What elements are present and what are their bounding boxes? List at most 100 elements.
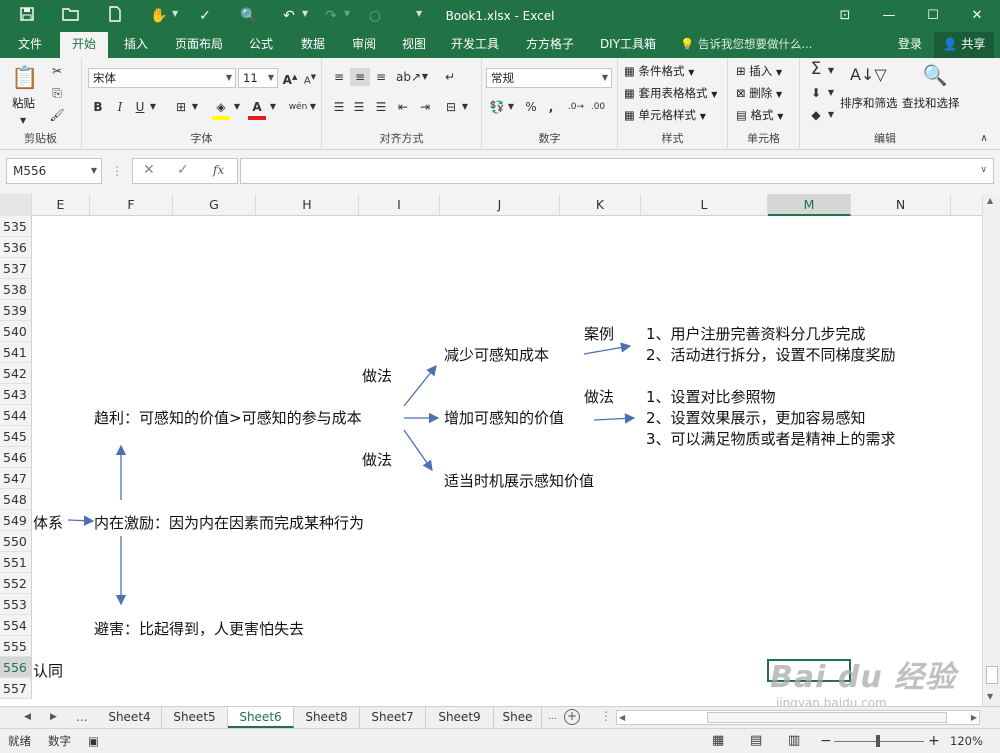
collapse-ribbon-icon[interactable]: ∧ (974, 130, 994, 148)
worksheet-grid[interactable]: E F G H I J K L M N 535 536 537 538 539 540 54… (0, 194, 1000, 706)
format-as-table-button[interactable]: ▦ 套用表格格式 ▼ (624, 84, 717, 104)
font-size-select[interactable]: 11 ▼ (238, 68, 278, 88)
vertical-scrollbar[interactable]: ▲ ▼ (982, 194, 1000, 706)
currency-dropdown-icon[interactable]: ▼ (506, 98, 516, 116)
expand-formula-icon[interactable]: ∨ (980, 165, 987, 175)
underline-dropdown-icon[interactable]: ▼ (148, 98, 158, 116)
sheet-tab[interactable]: Sheet7 (360, 707, 426, 728)
orientation-dropdown-icon[interactable]: ▼ (420, 68, 430, 86)
sort-filter-button[interactable]: 排序和筛选 (840, 94, 898, 112)
macro-record-icon[interactable]: ▣ (88, 729, 99, 753)
decrease-decimal-icon[interactable]: .00 (588, 98, 608, 116)
number-format-select[interactable]: 常规 ▼ (486, 68, 612, 88)
tab-formulas[interactable]: 公式 (240, 32, 282, 58)
align-middle-icon[interactable]: ≡ (350, 68, 370, 86)
paste-icon[interactable]: 📋 (10, 64, 40, 94)
delete-button[interactable]: ⊠ 删除 ▼ (736, 84, 782, 104)
format-button[interactable]: ▤ 格式 ▼ (736, 106, 783, 126)
share-button[interactable]: 👤 共享 (934, 32, 994, 58)
merge-center-icon[interactable]: ⊟ (442, 98, 460, 116)
touch-mode-icon[interactable]: ✋ (148, 6, 170, 26)
insert-function-icon[interactable]: fx (213, 163, 224, 177)
italic-icon[interactable]: I (112, 98, 128, 116)
redo-icon[interactable]: ↷ (320, 6, 342, 26)
save-icon[interactable] (16, 6, 38, 26)
ribbon-display-icon[interactable]: ⊡ (826, 0, 864, 32)
fill-dropdown-icon[interactable]: ▼ (826, 84, 836, 102)
sheet-tab[interactable]: Sheet9 (426, 707, 494, 728)
login-link[interactable]: 登录 (898, 32, 922, 56)
close-icon[interactable]: ✕ (958, 0, 996, 32)
paste-dropdown-icon[interactable]: ▼ (20, 112, 26, 130)
increase-indent-icon[interactable]: ⇥ (416, 98, 434, 116)
minimize-icon[interactable]: — (870, 0, 908, 32)
dropdown-icon[interactable]: ▼ (172, 9, 178, 18)
scroll-thumb[interactable] (986, 666, 998, 684)
sheet-tab[interactable]: Sheet8 (294, 707, 360, 728)
decrease-indent-icon[interactable]: ⇤ (394, 98, 412, 116)
spell-check-icon[interactable]: ✓ (194, 6, 216, 26)
fill-icon[interactable]: ⬇ (806, 84, 826, 102)
increase-decimal-icon[interactable]: .0→ (566, 98, 586, 116)
wrap-text-icon[interactable]: ↵ (440, 68, 460, 86)
align-left-icon[interactable]: ☰ (330, 98, 348, 116)
tab-page-layout[interactable]: 页面布局 (168, 32, 230, 58)
more-sheets-right-icon[interactable]: ... (548, 707, 557, 728)
find-icon[interactable]: 🔍 (922, 62, 948, 88)
copy-icon[interactable]: ⎘ (48, 84, 66, 102)
sheet-tab[interactable]: Shee (494, 707, 542, 728)
open-icon[interactable] (60, 6, 82, 26)
formula-input[interactable]: ∨ (240, 158, 994, 184)
normal-view-icon[interactable]: ▦ (712, 729, 724, 753)
bold-icon[interactable]: B (90, 98, 106, 116)
circle-icon[interactable]: ○ (364, 6, 386, 26)
tab-developer[interactable]: 开发工具 (444, 32, 506, 58)
scroll-left-icon[interactable]: ◀ (619, 711, 625, 724)
tab-view[interactable]: 视图 (394, 32, 434, 58)
comma-icon[interactable]: , (542, 98, 560, 116)
font-name-select[interactable]: 宋体 ▼ (88, 68, 236, 88)
merge-dropdown-icon[interactable]: ▼ (460, 98, 470, 116)
sheet-tab[interactable]: Sheet4 (98, 707, 162, 728)
cell-styles-button[interactable]: ▦ 单元格样式 ▼ (624, 106, 706, 126)
tab-home[interactable]: 开始 (60, 32, 108, 58)
clear-icon[interactable]: ◆ (806, 106, 826, 124)
tab-diy-toolbox[interactable]: DIY工具箱 (592, 32, 664, 58)
redo-dropdown-icon[interactable]: ▼ (344, 9, 350, 18)
phonetic-dropdown-icon[interactable]: ▼ (308, 98, 318, 116)
maximize-icon[interactable]: ☐ (914, 0, 952, 32)
tell-me-search[interactable]: 💡 告诉我您想要做什么... (680, 32, 812, 56)
border-dropdown-icon[interactable]: ▼ (190, 98, 200, 116)
insert-button[interactable]: ⊞ 插入 ▼ (736, 62, 782, 82)
format-painter-icon[interactable]: 🖌 (48, 106, 66, 124)
currency-icon[interactable]: 💱 (488, 98, 506, 116)
align-right-icon[interactable]: ☰ (372, 98, 390, 116)
border-icon[interactable]: ⊞ (172, 98, 190, 116)
cut-icon[interactable]: ✂ (48, 62, 66, 80)
zoom-level[interactable]: 120% (950, 729, 983, 753)
zoom-slider-thumb[interactable] (876, 735, 880, 747)
undo-dropdown-icon[interactable]: ▼ (302, 9, 308, 18)
phonetic-icon[interactable]: wén (288, 98, 308, 116)
align-center-icon[interactable]: ☰ (350, 98, 368, 116)
drag-handle-icon[interactable]: ⋮ (110, 162, 124, 180)
tab-review[interactable]: 审阅 (344, 32, 384, 58)
tab-fangfang[interactable]: 方方格子 (516, 32, 584, 58)
scroll-down-icon[interactable]: ▼ (987, 692, 993, 701)
scroll-up-icon[interactable]: ▲ (987, 196, 993, 205)
underline-icon[interactable]: U (132, 98, 148, 116)
font-color-icon[interactable]: A (248, 98, 266, 120)
paste-button[interactable]: 粘贴 (12, 94, 35, 112)
align-top-icon[interactable]: ≡ (330, 68, 348, 86)
horizontal-scrollbar[interactable]: ◀ ▶ (616, 710, 980, 725)
conditional-format-button[interactable]: ▦ 条件格式 ▼ (624, 62, 694, 82)
split-handle-icon[interactable]: ⋮ (600, 709, 612, 723)
zoom-in-icon[interactable]: + (928, 729, 940, 753)
h-scroll-thumb[interactable] (707, 712, 947, 723)
new-file-icon[interactable] (104, 6, 126, 26)
fill-color-icon[interactable]: ◈ (212, 98, 230, 120)
zoom-out-icon[interactable]: − (820, 729, 832, 753)
scroll-right-icon[interactable]: ▶ (971, 711, 977, 724)
fill-dropdown-icon[interactable]: ▼ (232, 98, 242, 116)
name-box[interactable]: M556 ▼ (6, 158, 102, 184)
